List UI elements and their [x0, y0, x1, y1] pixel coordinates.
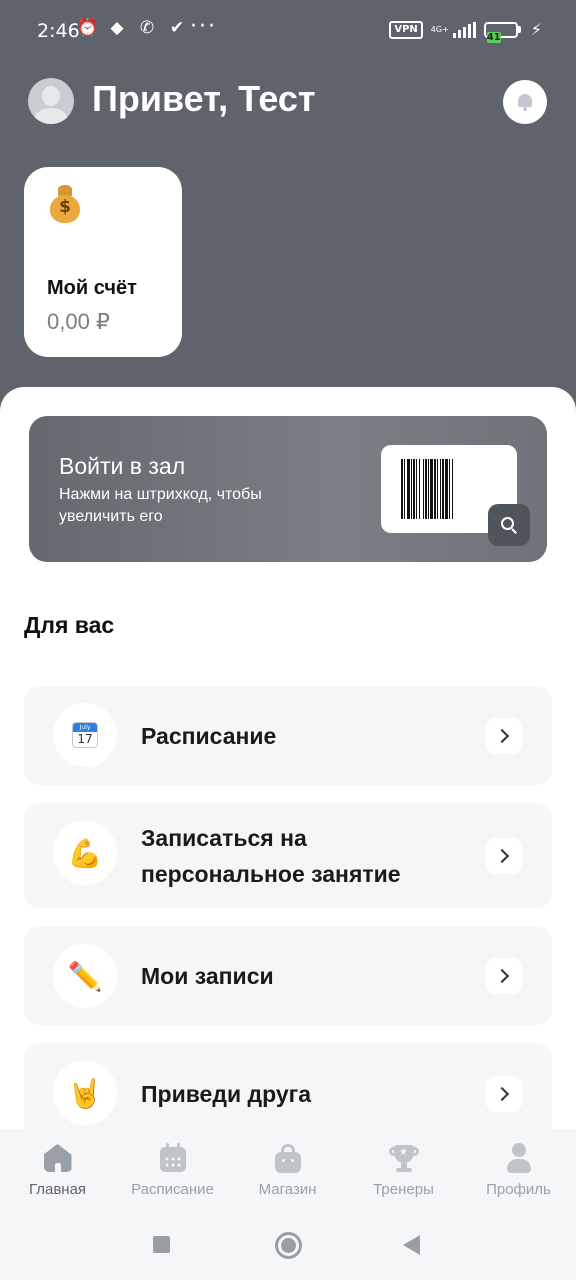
menu-item-personal-training[interactable]: 💪 Записаться на персональное занятие: [24, 803, 552, 908]
nav-item-shop[interactable]: Магазин: [230, 1129, 345, 1198]
nav-item-trainers[interactable]: ★ Тренеры: [346, 1129, 461, 1198]
nav-label: Профиль: [486, 1181, 551, 1198]
gym-entry-subtitle: Нажми на штрихкод, чтобы увеличить его: [59, 486, 262, 525]
more-notifications-icon: ···: [190, 14, 217, 39]
barcode-image: [401, 459, 497, 519]
recent-apps-button[interactable]: [153, 1236, 170, 1253]
shopping-bag-icon: [273, 1143, 303, 1173]
notifications-button[interactable]: [503, 80, 547, 124]
chevron-right-icon[interactable]: [486, 1076, 522, 1112]
account-title: Мой счёт: [47, 277, 137, 299]
user-icon: [504, 1143, 534, 1173]
menu-item-my-bookings[interactable]: ✏️ Мои записи: [24, 926, 552, 1025]
account-balance: 0,00 ₽: [47, 309, 110, 334]
status-bar: 2:46 ⏰ ◆ ✆ ✔ ··· VPN 4G+ 41 ⚡: [0, 0, 576, 64]
menu-item-label: Мои записи: [141, 963, 274, 989]
zoom-barcode-button[interactable]: [488, 504, 530, 546]
rock-hand-icon: 🤘: [53, 1061, 117, 1125]
phone-icon: ✆: [139, 18, 155, 38]
bottom-navigation: Главная Расписание Магазин ★ Тренеры Про…: [0, 1129, 576, 1219]
account-card[interactable]: $ Мой счёт 0,00 ₽: [24, 167, 182, 357]
gym-entry-card[interactable]: Войти в зал Нажми на штрихкод, чтобы уве…: [29, 416, 547, 562]
avatar[interactable]: [28, 78, 74, 124]
nav-label: Главная: [28, 1181, 87, 1198]
flexed-biceps-icon: 💪: [53, 821, 117, 885]
home-button[interactable]: [275, 1232, 302, 1259]
status-notification-icons: ⏰ ◆ ✆ ✔: [77, 18, 187, 38]
chevron-right-icon[interactable]: [486, 958, 522, 994]
money-bag-icon: $: [48, 185, 82, 223]
nav-item-schedule[interactable]: Расписание: [115, 1129, 230, 1198]
system-navigation-bar: [0, 1219, 576, 1280]
greeting-title: Привет, Тест: [92, 78, 316, 119]
chevron-right-icon[interactable]: [486, 838, 522, 874]
check-icon: ✔: [169, 18, 185, 38]
pencil-icon: ✏️: [53, 944, 117, 1008]
game-controller-icon: ◆: [110, 18, 124, 38]
status-system-icons: VPN 4G+ 41 ⚡: [389, 20, 542, 43]
vpn-badge: VPN: [389, 20, 423, 39]
network-type: 4G+: [430, 24, 449, 34]
menu-item-label: Расписание: [141, 723, 277, 749]
status-time: 2:46: [37, 20, 80, 42]
nav-label: Магазин: [258, 1181, 317, 1198]
search-icon: [501, 517, 517, 534]
nav-item-profile[interactable]: Профиль: [461, 1129, 576, 1198]
battery-icon: 41: [483, 21, 521, 43]
section-title: Для вас: [24, 612, 115, 638]
menu-item-schedule[interactable]: July 17 Расписание: [24, 686, 552, 785]
charging-icon: ⚡: [530, 20, 542, 39]
signal-icon: [452, 21, 476, 38]
nav-label: Тренеры: [373, 1181, 434, 1198]
calendar-icon: [158, 1143, 188, 1173]
menu-item-label: Приведи друга: [141, 1081, 311, 1107]
battery-level: 41: [486, 31, 501, 43]
nav-item-home[interactable]: Главная: [0, 1129, 115, 1198]
back-button[interactable]: [403, 1235, 420, 1255]
gym-entry-title: Войти в зал: [59, 453, 186, 479]
chevron-right-icon[interactable]: [486, 718, 522, 754]
menu-item-label: Записаться на персональное занятие: [141, 825, 401, 887]
nav-label: Расписание: [131, 1181, 214, 1198]
bell-icon: [517, 93, 533, 111]
home-icon: [43, 1143, 73, 1173]
calendar-icon: July 17: [53, 703, 117, 767]
trophy-icon: ★: [388, 1143, 419, 1173]
alarm-icon: ⏰: [77, 18, 99, 38]
menu-item-invite-friend[interactable]: 🤘 Приведи друга: [24, 1043, 552, 1143]
